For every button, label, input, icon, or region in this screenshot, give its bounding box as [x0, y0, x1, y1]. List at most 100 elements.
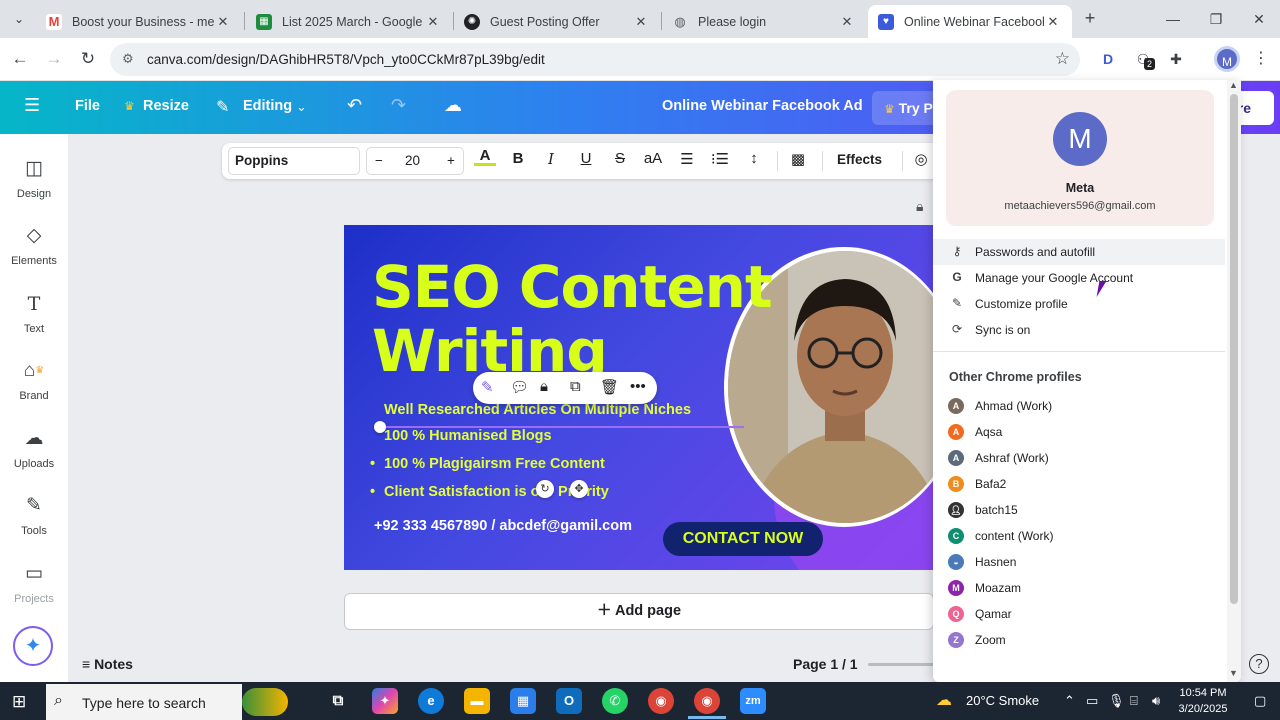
page-indicator[interactable]: Page 1 / 1: [793, 656, 858, 672]
sidebar-item-elements[interactable]: ◇ Elements: [0, 223, 68, 283]
add-page-button[interactable]: ＋ Add page: [344, 593, 934, 630]
zoom-app-icon[interactable]: zm: [740, 688, 766, 714]
animate-icon[interactable]: ◎: [910, 150, 932, 168]
comment-add-icon[interactable]: 💬︎: [510, 378, 529, 396]
site-settings-icon[interactable]: ⚙: [122, 51, 134, 67]
window-close-icon[interactable]: ✕: [1248, 8, 1270, 30]
close-icon[interactable]: ✕: [424, 14, 442, 30]
increase-size-icon[interactable]: +: [447, 153, 455, 168]
tab-gmail[interactable]: M Boost your Business - meta ✕: [36, 5, 242, 38]
profile-item[interactable]: ◒ Hasnen: [933, 549, 1225, 575]
back-arrow-icon[interactable]: ←: [9, 48, 31, 70]
resize-button[interactable]: Resize: [143, 98, 189, 114]
outlook-icon[interactable]: O: [556, 688, 582, 714]
search-highlight-icon[interactable]: [242, 688, 288, 716]
letter-case-icon[interactable]: aA: [642, 150, 664, 167]
weather-text[interactable]: 20°C Smoke: [966, 693, 1039, 708]
hamburger-menu-icon[interactable]: ☰: [24, 95, 40, 116]
profile-avatar-button[interactable]: M: [1214, 46, 1240, 72]
profile-item[interactable]: A Aqsa: [933, 419, 1225, 445]
align-left-icon[interactable]: ☰: [676, 150, 698, 168]
tab-please-login[interactable]: ◍ Please login ✕: [662, 5, 866, 38]
profile-item[interactable]: 👤︎ batch15: [933, 497, 1225, 523]
contact-info[interactable]: +92 333 4567890 / abcdef@gamil.com: [374, 518, 632, 534]
undo-icon[interactable]: ↶: [347, 95, 362, 116]
minimize-icon[interactable]: —: [1162, 8, 1184, 30]
file-menu[interactable]: File: [75, 98, 100, 114]
network-icon[interactable]: ⌸: [1130, 693, 1138, 709]
font-family-select[interactable]: Poppins: [228, 147, 360, 175]
bullet-list-icon[interactable]: ⁝☰: [709, 150, 731, 168]
profile-item[interactable]: A Ashraf (Work): [933, 445, 1225, 471]
lock-icon[interactable]: 🔒︎: [916, 198, 923, 215]
text-color-icon[interactable]: A: [474, 147, 496, 166]
menu-item-customize-profile[interactable]: ✎ Customize profile: [933, 291, 1225, 317]
zoom-slider[interactable]: [868, 663, 934, 666]
strikethrough-icon[interactable]: S: [609, 150, 631, 167]
whatsapp-icon[interactable]: ✆: [602, 688, 628, 714]
chevron-down-icon[interactable]: ⌄: [296, 99, 307, 115]
menu-item-sync[interactable]: ⟳ Sync is on: [933, 317, 1225, 343]
extension-badge-icon[interactable]: ⚇ 2: [1132, 48, 1156, 70]
bullet-item[interactable]: 100 % Humanised Blogs: [384, 428, 552, 444]
system-clock[interactable]: 10:54 PM 3/20/2025: [1172, 685, 1234, 717]
profile-item[interactable]: Z Zoom: [933, 627, 1225, 653]
battery-icon[interactable]: ▭: [1086, 693, 1098, 709]
menu-item-manage-account[interactable]: G Manage your Google Account: [933, 265, 1225, 291]
sidebar-item-uploads[interactable]: ☁ Uploads: [0, 426, 68, 486]
lock-icon[interactable]: 🔒︎: [540, 378, 548, 395]
close-icon[interactable]: ✕: [1044, 14, 1062, 30]
move-icon[interactable]: ✥: [570, 480, 588, 498]
cloud-saved-icon[interactable]: ☁: [444, 95, 462, 116]
task-view-icon[interactable]: ⧉: [325, 688, 351, 714]
notifications-icon[interactable]: ▢: [1254, 693, 1266, 709]
taskbar-search-box[interactable]: ⌕ Type here to search: [46, 684, 288, 720]
bold-icon[interactable]: B: [507, 150, 529, 167]
bullet-item[interactable]: 100 % Plagigairsm Free Content: [370, 456, 605, 472]
sidebar-item-projects[interactable]: ▭ Projects: [0, 561, 68, 621]
file-explorer-icon[interactable]: ▬: [464, 688, 490, 714]
menu-item-passwords[interactable]: ⚷ Passwords and autofill: [933, 239, 1225, 265]
new-tab-plus-icon[interactable]: +: [1080, 8, 1100, 28]
more-options-icon[interactable]: •••: [630, 378, 646, 395]
weather-icon[interactable]: ☁: [936, 690, 952, 710]
line-spacing-icon[interactable]: ↕: [743, 150, 765, 167]
tab-search-chevron-icon[interactable]: ⌄: [8, 8, 30, 30]
tab-guest-posting[interactable]: ✺ Guest Posting Offer ✕: [454, 5, 660, 38]
show-hidden-icons-icon[interactable]: ⌃: [1064, 693, 1075, 709]
close-icon[interactable]: ✕: [838, 14, 856, 30]
duplicate-icon[interactable]: ⧉: [570, 378, 581, 395]
contact-now-button[interactable]: CONTACT NOW: [663, 522, 823, 556]
microphone-icon[interactable]: 🎙︎: [1108, 693, 1125, 709]
store-icon[interactable]: ▦: [510, 688, 536, 714]
chrome-menu-icon[interactable]: ⋮: [1250, 48, 1272, 70]
url-text[interactable]: canva.com/design/DAGhibHR5T8/Vpch_yto0CC…: [147, 52, 545, 67]
design-title[interactable]: Online Webinar Facebook Ad: [662, 98, 863, 114]
chrome-profile-icon[interactable]: ◉: [694, 688, 720, 714]
redo-icon[interactable]: ↷: [391, 95, 406, 116]
help-icon[interactable]: ?: [1249, 654, 1269, 674]
effects-button[interactable]: Effects: [837, 152, 882, 167]
extension-d-icon[interactable]: D: [1097, 48, 1119, 70]
scroll-down-icon[interactable]: ▼: [1229, 668, 1238, 678]
extensions-puzzle-icon[interactable]: ✚: [1165, 48, 1187, 70]
italic-icon[interactable]: I: [540, 150, 562, 168]
tab-canva-active[interactable]: ♥ Online Webinar Facebook A ✕: [868, 5, 1072, 38]
sidebar-item-text[interactable]: T Text: [0, 291, 68, 351]
reload-icon[interactable]: ↻: [77, 48, 99, 70]
sidebar-item-tools[interactable]: ✎ Tools: [0, 493, 68, 553]
transparency-icon[interactable]: ▩: [787, 150, 809, 168]
delete-trash-icon[interactable]: 🗑︎: [600, 378, 619, 396]
decrease-size-icon[interactable]: −: [375, 153, 383, 168]
scroll-up-icon[interactable]: ▲: [1229, 80, 1238, 90]
close-icon[interactable]: ✕: [632, 14, 650, 30]
bookmark-star-icon[interactable]: ☆: [1055, 49, 1070, 69]
address-bar[interactable]: ⚙ canva.com/design/DAGhibHR5T8/Vpch_yto0…: [110, 43, 1080, 76]
sidebar-item-design[interactable]: ◫ Design: [0, 156, 68, 216]
profile-item[interactable]: Q Qamar: [933, 601, 1225, 627]
profile-item[interactable]: B Bafa2: [933, 471, 1225, 497]
profile-item[interactable]: A Ahmad (Work): [933, 393, 1225, 419]
notes-button[interactable]: ≡ Notes: [82, 656, 133, 672]
volume-icon[interactable]: 🔊︎: [1152, 693, 1160, 709]
selection-handle[interactable]: [374, 421, 386, 433]
